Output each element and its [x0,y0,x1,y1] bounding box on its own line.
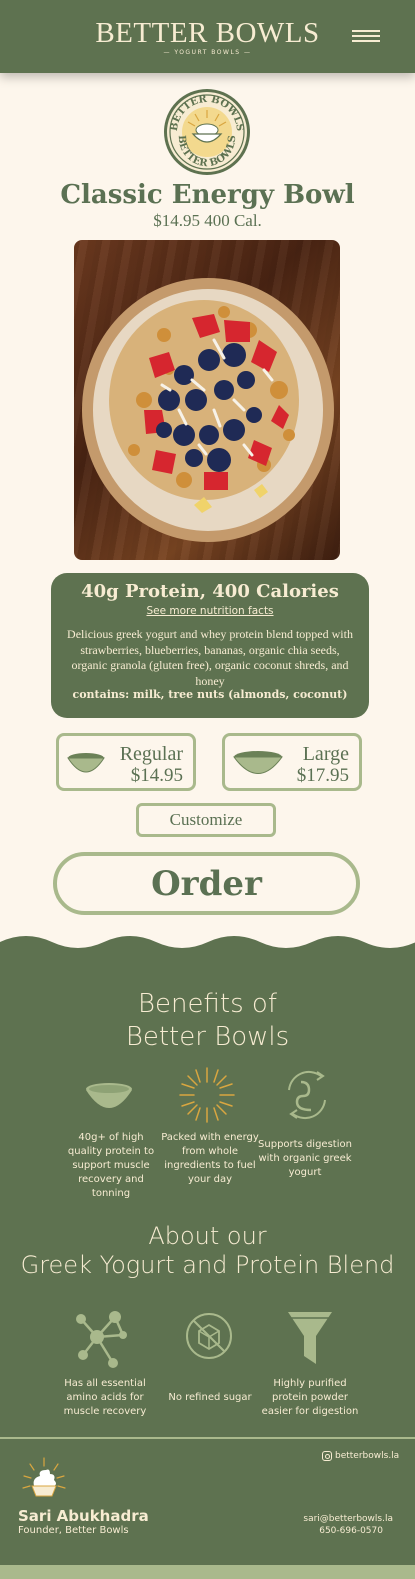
allergen-info: contains: milk, tree nuts (almonds, coco… [72,688,348,701]
bowl-icon [67,753,105,773]
sun-burst-icon [179,1067,235,1123]
no-sugar-icon [186,1313,232,1359]
nutrition-info-card: 40g Protein, 400 Calories See more nutri… [51,573,369,718]
top-nav-bar: BETTER BOWLS — YOGURT BOWLS — [0,0,415,73]
phone-link[interactable]: 650-696-0570 [319,1526,383,1536]
email-link[interactable]: sari@betterbowls.la [303,1514,393,1524]
size-option-regular[interactable]: Regular $14.95 [56,733,196,791]
nutrition-facts-link[interactable]: See more nutrition facts [51,605,369,617]
better-bowls-logo: BETTER BOWLS BETTER BOWLS [164,89,250,175]
size-price: $14.95 [130,765,183,786]
hamburger-menu-icon[interactable] [352,30,380,44]
product-title: Classic Energy Bowl [60,180,355,210]
about-heading-line1: About our [148,1222,267,1250]
funnel-icon [288,1312,332,1364]
about-amino-text: Has all essential amino acids for muscle… [63,1378,147,1417]
founder-role: Founder, Better Bowls [18,1525,129,1536]
about-heading-line2: Greek Yogurt and Protein Blend [20,1251,395,1279]
benefit-digestion-text: Supports digestion with organic greek yo… [258,1139,352,1178]
instagram-icon [322,1451,332,1461]
yogurt-bowl-photo [74,240,340,560]
product-price-calories: $14.95 400 Cal. [153,211,262,230]
benefit-energy-text: Packed with energy from whole ingredient… [161,1132,259,1185]
product-description: Delicious greek yogurt and whey protein … [67,627,353,688]
brand-tagline: — YOGURT BOWLS — [163,49,252,56]
customize-button[interactable]: Customize [136,803,276,837]
size-option-large[interactable]: Large $17.95 [222,733,362,791]
founder-name: Sari Abukhadra [18,1507,149,1525]
digestion-icon [288,1070,326,1120]
benefit-protein-text: 40g+ of high quality protein to support … [67,1132,155,1199]
instagram-link[interactable]: betterbowls.la [322,1451,399,1461]
nutrition-heading: 40g Protein, 400 Calories [81,581,339,602]
benefits-heading-line2: Better Bowls [125,1022,290,1052]
about-purified-text: Highly puriﬁed protein powder easier for… [261,1378,359,1417]
size-price: $17.95 [296,765,349,786]
yogurt-swirl-logo-icon [22,1457,66,1497]
order-button[interactable]: Order [53,852,360,915]
molecule-icon [76,1311,127,1368]
bowl-icon [233,751,283,774]
benefits-heading-line1: Benefits of [138,989,277,1019]
size-name: Regular [119,743,183,765]
bowl-icon [86,1083,132,1108]
size-name: Large [302,743,349,765]
about-sugar-text: No reﬁned sugar [168,1392,252,1403]
footer-bottom-bar [0,1565,415,1579]
instagram-handle: betterbowls.la [335,1451,400,1461]
